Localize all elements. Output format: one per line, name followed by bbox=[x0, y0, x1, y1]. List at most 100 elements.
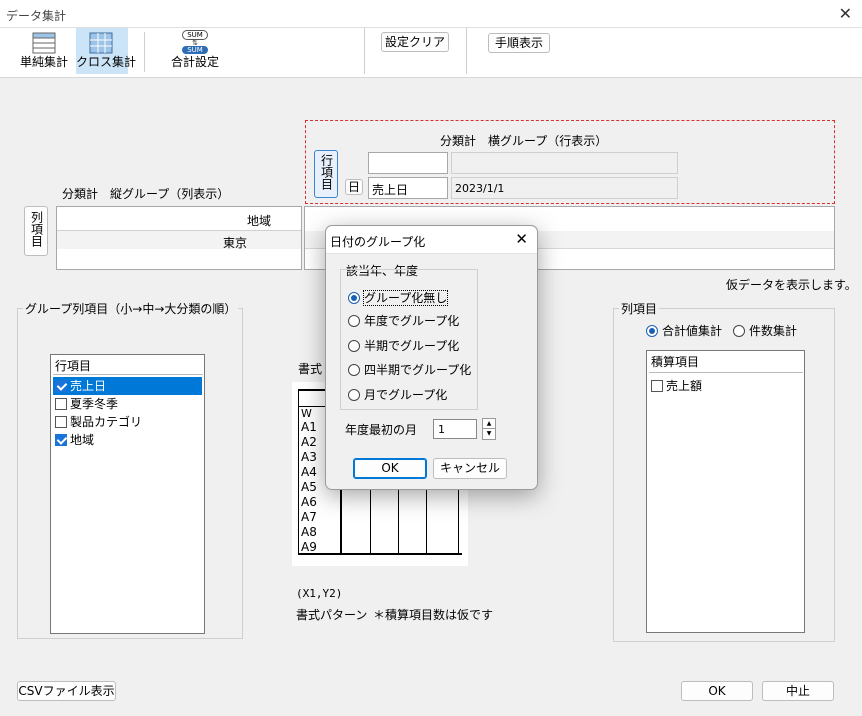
cross-aggregate-button[interactable]: クロス集計 bbox=[76, 28, 137, 74]
format-row: A7 bbox=[301, 510, 317, 524]
clear-settings-button[interactable]: 設定クリア bbox=[381, 32, 449, 52]
dialog-ok-button[interactable]: OK bbox=[353, 458, 427, 479]
format-row: A1 bbox=[301, 420, 317, 434]
toolbar-divider bbox=[466, 28, 467, 74]
cross-aggregate-label: クロス集計 bbox=[76, 55, 137, 69]
toolbar-divider bbox=[364, 28, 365, 74]
col-value-tokyo: 東京 bbox=[223, 236, 248, 250]
format-rows: A1 A2 A3 A4 A5 A6 A7 A8 A9 bbox=[301, 420, 317, 555]
col-items-list-header: 積算項目 bbox=[649, 351, 803, 373]
col-header-region: 地域 bbox=[247, 214, 272, 228]
temp-data-note: 仮データを表示します。 bbox=[726, 278, 857, 292]
option-fiscal-year[interactable]: 年度でグループ化 bbox=[348, 312, 459, 329]
row-value-date: 2023/1/1 bbox=[451, 177, 678, 199]
format-row: A3 bbox=[301, 450, 317, 464]
format-note: ＊積算項目数は仮です bbox=[373, 608, 494, 622]
col-items-list: 積算項目 売上額 bbox=[646, 350, 805, 633]
row-field-sales-date: 売上日 bbox=[368, 177, 448, 199]
checkbox-checked[interactable] bbox=[55, 434, 67, 446]
format-row: A9 bbox=[301, 540, 317, 554]
col-items-button[interactable]: 列項目 bbox=[24, 206, 48, 256]
checkbox[interactable] bbox=[55, 398, 67, 410]
row-value-empty bbox=[451, 152, 678, 174]
option-no-grouping[interactable]: グループ化無し bbox=[348, 289, 449, 306]
radio[interactable] bbox=[733, 325, 745, 337]
radio-selected[interactable] bbox=[646, 325, 658, 337]
dialog-title: 日付のグループ化 bbox=[330, 235, 426, 249]
count-mode-radio[interactable]: 件数集計 bbox=[733, 322, 797, 339]
sum-setting-label: 合計設定 bbox=[170, 55, 219, 69]
col-group-value-row: 東京 bbox=[57, 231, 301, 250]
list-item-label: 売上額 bbox=[666, 379, 703, 393]
format-row: A4 bbox=[301, 465, 317, 479]
col-items-label: 列項目 bbox=[29, 211, 44, 247]
list-item-label: 地域 bbox=[70, 433, 95, 447]
radio-selected[interactable] bbox=[348, 292, 360, 304]
simple-aggregate-button[interactable]: 単純集計 bbox=[16, 28, 72, 74]
list-item-sales-amount[interactable]: 売上額 bbox=[649, 377, 802, 395]
show-steps-button[interactable]: 手順表示 bbox=[488, 33, 550, 53]
list-item-region[interactable]: 地域 bbox=[53, 431, 202, 449]
row-field-empty bbox=[368, 152, 448, 174]
sum-mode-label: 合計値集計 bbox=[662, 324, 723, 338]
option-label: 年度でグループ化 bbox=[364, 314, 460, 328]
list-item-label: 製品カテゴリ bbox=[70, 415, 143, 429]
dialog-close-icon[interactable]: ✕ bbox=[515, 230, 528, 248]
window-title: データ集計 bbox=[6, 9, 67, 23]
format-row: A6 bbox=[301, 495, 317, 509]
option-half-year[interactable]: 半期でグループ化 bbox=[348, 337, 459, 354]
ok-button[interactable]: OK bbox=[681, 681, 753, 701]
spin-down-icon[interactable]: ▼ bbox=[482, 429, 496, 440]
dialog-title-bar: 日付のグループ化 ✕ bbox=[326, 226, 537, 254]
dialog-cancel-button[interactable]: キャンセル bbox=[433, 458, 507, 479]
list-item-sales-date[interactable]: 売上日 bbox=[53, 377, 202, 395]
checkbox[interactable] bbox=[55, 416, 67, 428]
radio[interactable] bbox=[348, 315, 360, 327]
format-row: A2 bbox=[301, 435, 317, 449]
group-cols-list-header: 行項目 bbox=[53, 355, 203, 375]
radio[interactable] bbox=[348, 340, 360, 352]
date-grouping-dialog: 日付のグループ化 ✕ 該当年、年度 グループ化無し 年度でグループ化 半期でグル… bbox=[325, 225, 538, 490]
date-group-button[interactable]: 日 bbox=[345, 179, 363, 195]
row-items-label: 行項目 bbox=[319, 154, 334, 190]
col-group-header-row: 地域 bbox=[57, 207, 301, 231]
option-label: 月でグループ化 bbox=[364, 388, 448, 402]
col-items-legend: 列項目 bbox=[619, 300, 660, 317]
first-month-label: 年度最初の月 bbox=[345, 423, 418, 437]
title-bar: データ集計 ✕ bbox=[0, 0, 862, 28]
cancel-button[interactable]: 中止 bbox=[762, 681, 834, 701]
row-group-caption: 分類計 横グループ（行表示） bbox=[440, 134, 608, 148]
col-group-table: 地域 東京 bbox=[56, 206, 302, 270]
csv-display-button[interactable]: CSVファイル表示 bbox=[17, 681, 116, 701]
col-group-caption: 分類計 縦グループ（列表示） bbox=[62, 187, 230, 201]
format-col-w: W bbox=[301, 407, 312, 420]
simple-aggregate-label: 単純集計 bbox=[19, 55, 68, 69]
cross-table-icon bbox=[89, 32, 113, 54]
format-label: 書式 bbox=[298, 362, 323, 376]
close-icon[interactable]: ✕ bbox=[839, 4, 852, 23]
option-label: グループ化無し bbox=[362, 290, 449, 306]
spin-up-icon[interactable]: ▲ bbox=[482, 418, 496, 429]
list-item-label: 売上日 bbox=[70, 379, 107, 393]
first-month-spinner[interactable]: ▲ ▼ bbox=[482, 418, 496, 440]
sum-mode-radio[interactable]: 合計値集計 bbox=[646, 322, 722, 339]
row-items-button[interactable]: 行項目 bbox=[314, 150, 338, 198]
first-month-input[interactable]: 1 bbox=[433, 419, 477, 439]
option-quarter[interactable]: 四半期でグループ化 bbox=[348, 361, 471, 378]
radio[interactable] bbox=[348, 389, 360, 401]
list-item-category[interactable]: 製品カテゴリ bbox=[53, 413, 202, 431]
list-item-season[interactable]: 夏季冬季 bbox=[53, 395, 202, 413]
toolbar: 単純集計 クロス集計 SUM ⇅ SUM 合計設定 設定クリア 手順表示 bbox=[0, 28, 862, 78]
sum-setting-button[interactable]: SUM ⇅ SUM 合計設定 bbox=[166, 28, 224, 74]
group-cols-list: 行項目 売上日 夏季冬季 製品カテゴリ 地域 bbox=[50, 354, 205, 634]
list-item-label: 夏季冬季 bbox=[70, 397, 119, 411]
option-month[interactable]: 月でグループ化 bbox=[348, 386, 447, 403]
format-row: A5 bbox=[301, 480, 317, 494]
count-mode-label: 件数集計 bbox=[749, 324, 798, 338]
format-coords: (X1,Y2) bbox=[296, 587, 343, 600]
checkbox-checked[interactable] bbox=[55, 380, 67, 392]
checkbox[interactable] bbox=[651, 380, 663, 392]
radio[interactable] bbox=[348, 364, 360, 376]
format-row: A8 bbox=[301, 525, 317, 539]
group-cols-legend: グループ列項目（小→中→大分類の順） bbox=[23, 300, 239, 317]
